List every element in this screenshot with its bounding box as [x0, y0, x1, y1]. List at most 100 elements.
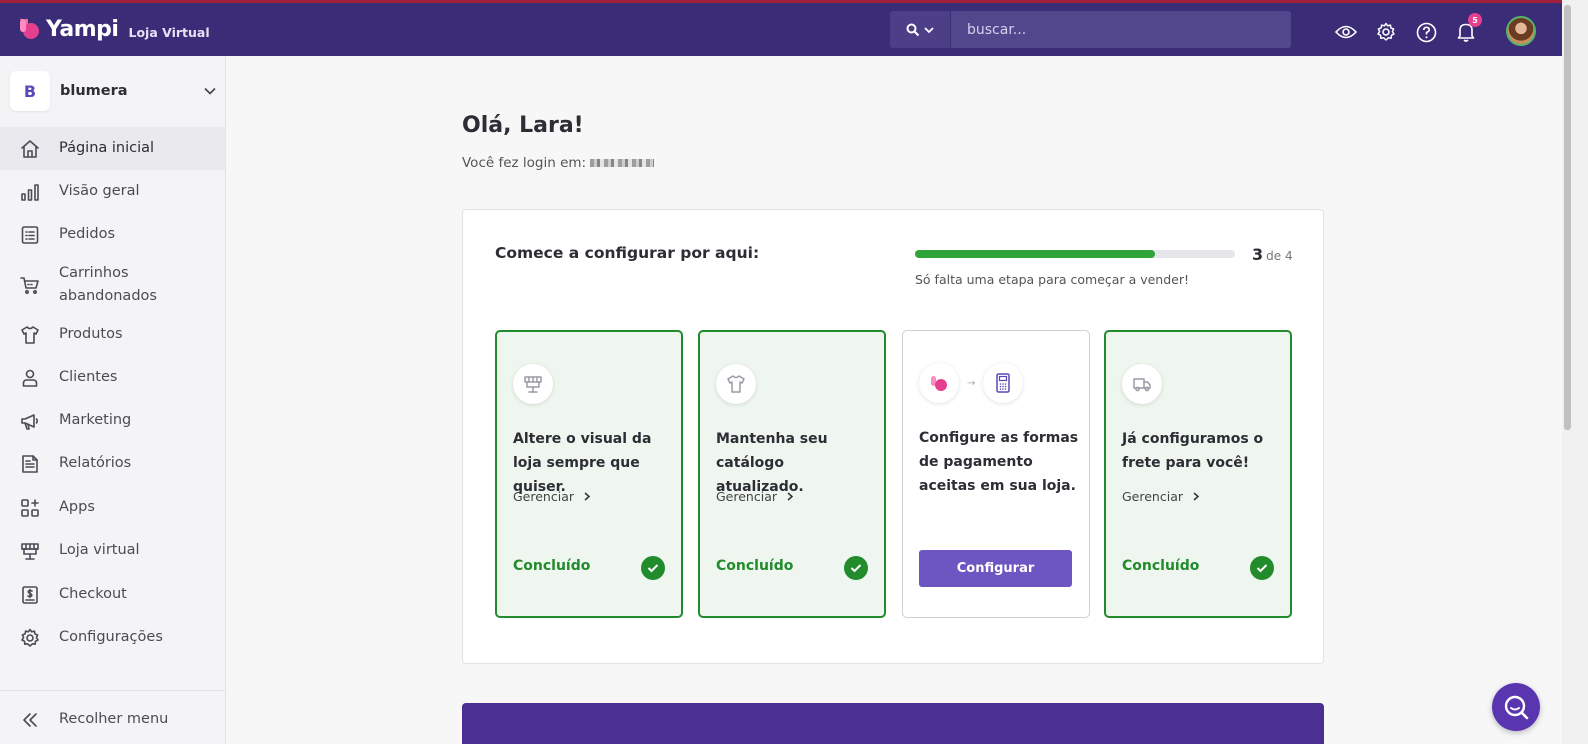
user-avatar[interactable] — [1506, 16, 1536, 46]
store-name: blumera — [60, 83, 128, 99]
shirt-icon — [19, 324, 41, 346]
yampi-logo-icon — [20, 18, 39, 39]
chat-support-button[interactable] — [1492, 683, 1540, 731]
megaphone-icon — [19, 410, 41, 432]
chevron-right-icon — [584, 492, 590, 501]
sidebar-item-produtos[interactable]: Produtos — [0, 313, 225, 356]
setup-progress-fill — [915, 250, 1155, 258]
sidebar-item-apps[interactable]: Apps — [0, 486, 225, 529]
sidebar-item-label: Configurações — [59, 629, 163, 645]
settings-button[interactable] — [1366, 17, 1406, 47]
step-link-label: Gerenciar — [1122, 489, 1183, 504]
settings-icon — [19, 627, 41, 649]
chevron-down-icon — [924, 26, 934, 33]
yampi-logo[interactable]: Yampi Loja Virtual — [16, 16, 210, 42]
apps-icon — [19, 497, 41, 519]
check-icon — [1250, 556, 1274, 580]
help-icon — [1416, 22, 1436, 42]
setup-step-payment: → Configure as formas de pagamento aceit… — [902, 330, 1090, 618]
search-bar — [890, 11, 1291, 48]
setup-step-shipping: Já configuramos o frete para você! Geren… — [1104, 330, 1292, 618]
setup-hint: Só falta uma etapa para começar a vender… — [915, 272, 1189, 287]
top-bar: Yampi Loja Virtual 5 — [0, 0, 1562, 56]
storefront-icon — [513, 364, 553, 404]
help-button[interactable] — [1406, 17, 1446, 47]
chevron-down-icon — [204, 87, 216, 95]
cart-icon — [19, 274, 41, 296]
setup-title: Comece a configurar por aqui: — [495, 244, 760, 262]
sidebar-item-label: Loja virtual — [59, 542, 140, 558]
yampi-icon — [919, 363, 959, 403]
notification-badge: 5 — [1468, 13, 1482, 27]
payment-icons: → — [919, 363, 1024, 403]
sidebar-item-label: Pedidos — [59, 226, 116, 242]
store-logo: B — [10, 71, 50, 111]
scrollbar-thumb[interactable] — [1564, 5, 1571, 430]
progress-total: de 4 — [1266, 249, 1293, 263]
chevron-right-icon — [787, 492, 793, 501]
setup-progress-bar — [915, 250, 1235, 258]
configure-payment-button[interactable]: Configurar — [919, 550, 1072, 587]
sidebar-item-label: Visão geral — [59, 183, 140, 199]
chat-search-icon — [1504, 695, 1529, 720]
sidebar-item-clientes[interactable]: Clientes — [0, 356, 225, 399]
sidebar-item-label: Relatórios — [59, 455, 132, 471]
step-manage-link[interactable]: Gerenciar — [513, 489, 590, 504]
check-icon — [844, 556, 868, 580]
arrow-right-icon: → — [967, 377, 976, 389]
eye-icon — [1335, 25, 1357, 39]
sidebar-item-configuracoes[interactable]: Configurações — [0, 616, 225, 659]
sidebar-item-label: Marketing — [59, 412, 132, 428]
step-link-label: Gerenciar — [513, 489, 574, 504]
sidebar: B blumera Página inicial Visão geral Ped… — [0, 56, 226, 744]
search-icon — [906, 23, 920, 36]
notifications-button[interactable]: 5 — [1446, 13, 1486, 47]
step-description: Já configuramos o frete para você! — [1122, 431, 1264, 471]
brand-subtitle: Loja Virtual — [128, 24, 210, 40]
sidebar-item-pagina-inicial[interactable]: Página inicial — [0, 127, 225, 170]
login-info: Você fez login em: — [462, 155, 655, 171]
step-description: Configure as formas de pagamento aceitas… — [919, 430, 1079, 494]
check-icon — [641, 556, 665, 580]
chevron-right-icon — [1193, 492, 1199, 501]
step-link-label: Gerenciar — [716, 489, 777, 504]
page-title: Olá, Lara! — [462, 113, 584, 138]
setup-step-catalog: Mantenha seu catálogo atualizado. Gerenc… — [698, 330, 886, 618]
header-actions: 5 — [1326, 13, 1486, 47]
store-icon — [19, 540, 41, 562]
payment-terminal-icon — [983, 363, 1024, 403]
step-manage-link[interactable]: Gerenciar — [1122, 489, 1199, 504]
search-input[interactable] — [951, 11, 1291, 48]
sidebar-divider — [0, 690, 225, 691]
sidebar-item-label: Carrinhos abandonados — [59, 265, 157, 304]
gear-icon — [1377, 22, 1395, 41]
sidebar-item-loja-virtual[interactable]: Loja virtual — [0, 529, 225, 572]
step-status: Concluído — [1122, 558, 1200, 574]
sidebar-item-label: Clientes — [59, 369, 118, 385]
sidebar-item-label: Apps — [59, 499, 95, 515]
step-status: Concluído — [716, 558, 794, 574]
setup-step-visual: Altere o visual da loja sempre que quise… — [495, 330, 683, 618]
store-selector[interactable]: B blumera — [10, 71, 216, 111]
preview-store-button[interactable] — [1326, 17, 1366, 47]
sidebar-item-relatorios[interactable]: Relatórios — [0, 442, 225, 485]
collapse-menu-button[interactable]: Recolher menu — [0, 698, 225, 741]
list-icon — [19, 224, 41, 246]
sidebar-item-pedidos[interactable]: Pedidos — [0, 213, 225, 256]
sidebar-item-visao-geral[interactable]: Visão geral — [0, 170, 225, 213]
step-status: Concluído — [513, 558, 591, 574]
redacted-login-value — [590, 159, 655, 167]
sidebar-item-checkout[interactable]: Checkout — [0, 573, 225, 616]
double-chevron-left-icon — [19, 709, 41, 731]
search-scope-button[interactable] — [890, 11, 951, 48]
sidebar-item-label: Página inicial — [59, 140, 155, 156]
user-icon — [19, 367, 41, 389]
report-icon — [19, 453, 41, 475]
sidebar-item-label: Checkout — [59, 586, 127, 602]
login-label: Você fez login em: — [462, 155, 587, 171]
setup-card: Comece a configurar por aqui: 3 de 4 Só f… — [462, 209, 1324, 664]
progress-done: 3 — [1252, 245, 1264, 264]
step-manage-link[interactable]: Gerenciar — [716, 489, 793, 504]
sidebar-item-marketing[interactable]: Marketing — [0, 399, 225, 442]
sidebar-item-carrinhos-abandonados[interactable]: Carrinhos abandonados — [0, 256, 225, 314]
